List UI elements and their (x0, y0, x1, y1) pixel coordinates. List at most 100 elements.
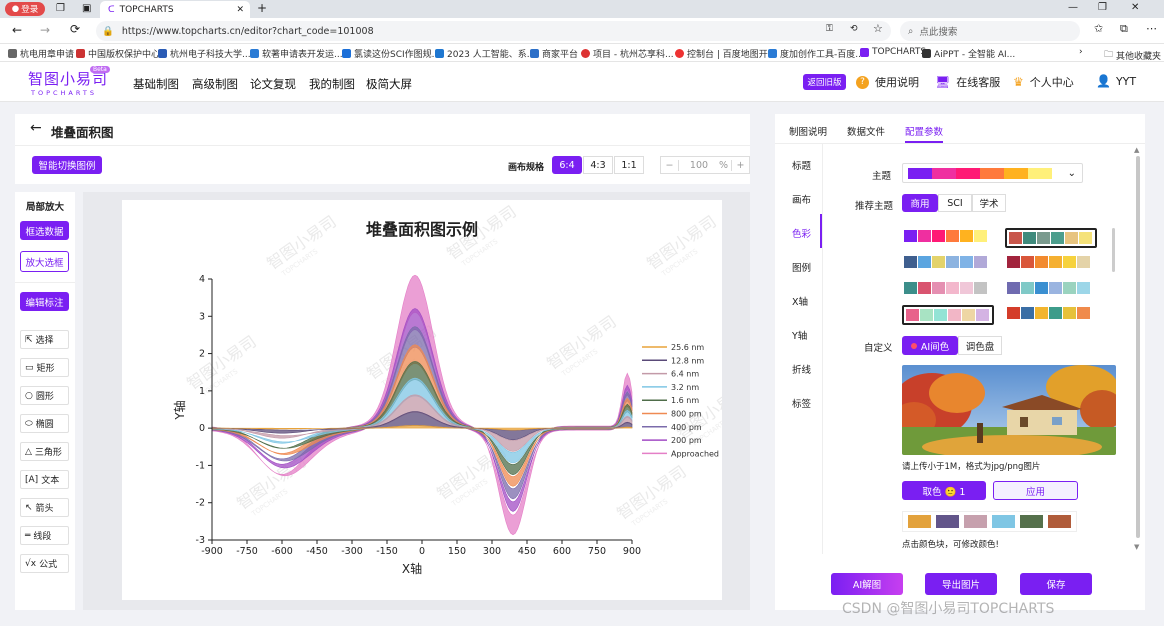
tool-ellipse[interactable]: ⬭ 椭圆 (20, 414, 69, 433)
palette-tab[interactable]: 调色盘 (958, 336, 1002, 355)
picked-color-swatch[interactable] (992, 515, 1015, 528)
new-tab-icon[interactable]: + (257, 1, 267, 15)
bookmark-item[interactable]: 杭电用章申请 (8, 47, 74, 60)
close-tab-icon[interactable]: ✕ (236, 5, 244, 15)
tab-config-params[interactable]: 配置参数 (905, 124, 943, 138)
rec-tab-sci[interactable]: SCI (938, 194, 972, 212)
ratio-4-3-button[interactable]: 4:3 (583, 156, 613, 174)
rec-tab-academic[interactable]: 学术 (972, 194, 1006, 212)
palette-option[interactable] (1005, 254, 1093, 270)
legend-label[interactable]: 3.2 nm (671, 383, 699, 392)
back-arrow-icon[interactable]: ← (30, 120, 42, 136)
bookmark-item[interactable]: 氯读这份SCI作图规... (342, 47, 440, 60)
palette-option[interactable] (902, 228, 990, 244)
smart-switch-button[interactable]: 智能切换图例 (32, 156, 102, 174)
refresh-icon[interactable]: ⟳ (70, 22, 80, 36)
old-version-button[interactable]: 返回旧版 (803, 74, 846, 90)
zoom-minus-button[interactable]: − (661, 159, 679, 171)
more-menu-icon[interactable]: ⋯ (1146, 22, 1157, 35)
service-link[interactable]: 🖥 在线客服 (935, 74, 1000, 90)
zoom-box-button[interactable]: 放大选框 (20, 251, 69, 272)
help-link[interactable]: ? 使用说明 (856, 74, 919, 90)
nav-dashboard[interactable]: 极简大屏 (366, 76, 412, 92)
palette-option[interactable] (902, 254, 990, 270)
theme-select[interactable]: ⌄ (902, 163, 1083, 183)
rec-tab-commercial[interactable]: 商用 (902, 194, 938, 212)
tool-select[interactable]: ⇱ 选择 (20, 330, 69, 349)
edit-annotation-button[interactable]: 编辑标注 (20, 292, 69, 311)
palette-scrollbar[interactable] (1112, 228, 1115, 272)
export-image-button[interactable]: 导出图片 (925, 573, 997, 595)
ratio-6-4-button[interactable]: 6:4 (552, 156, 582, 174)
user-menu[interactable]: 👤 YYT (1096, 74, 1136, 88)
tab-data-file[interactable]: 数据文件 (847, 124, 885, 138)
tool-rectangle[interactable]: ▭ 矩形 (20, 358, 69, 377)
side-tab-legend[interactable]: 图例 (792, 260, 811, 274)
ai-analyze-button[interactable]: AI解图 (831, 573, 903, 595)
zoom-value[interactable]: 100 (679, 160, 719, 171)
login-button[interactable]: ● 登录 (5, 2, 45, 16)
scroll-down-icon[interactable]: ▼ (1134, 543, 1139, 551)
palette-option[interactable] (902, 305, 994, 325)
legend-label[interactable]: 25.6 nm (671, 343, 704, 352)
bookmark-item[interactable]: AiPPT - 全智能 AI... (922, 47, 1015, 60)
collections-icon[interactable]: ⧉ (1120, 22, 1128, 36)
picked-color-swatch[interactable] (936, 515, 959, 528)
uploaded-image[interactable] (902, 365, 1116, 455)
legend-label[interactable]: 12.8 nm (671, 356, 704, 365)
picked-color-swatch[interactable] (1020, 515, 1043, 528)
right-scrollbar[interactable] (1136, 156, 1140, 538)
legend-label[interactable]: 800 pm (671, 410, 702, 419)
bookmark-item[interactable]: 杭州电子科技大学... (158, 47, 251, 60)
chart-canvas[interactable]: 智图小易司 TOPCHARTS 智图小易司 TOPCHARTS 智图小易司 TOPCHAR… (122, 200, 722, 600)
translate-icon[interactable]: ⟲ (850, 24, 858, 34)
restore-icon[interactable]: ❐ (1098, 2, 1107, 13)
other-bookmarks[interactable]: 🗀 其他收藏夹 (1104, 47, 1161, 63)
nav-my-charts[interactable]: 我的制图 (309, 76, 355, 92)
nav-basic-charts[interactable]: 基础制图 (133, 76, 179, 92)
close-window-icon[interactable]: ✕ (1131, 2, 1139, 13)
legend-label[interactable]: 200 pm (671, 436, 702, 445)
favorite-star-icon[interactable]: ☆ (873, 22, 883, 35)
forward-icon[interactable]: → (40, 23, 50, 37)
legend-label[interactable]: 1.6 nm (671, 396, 699, 405)
picked-color-swatch[interactable] (1048, 515, 1071, 528)
bookmark-item[interactable]: 度加创作工具-百度... (768, 47, 864, 60)
favorites-icon[interactable]: ✩ (1094, 22, 1103, 35)
bookmark-item[interactable]: TOPCHARTS (860, 47, 926, 57)
scroll-up-icon[interactable]: ▲ (1134, 146, 1139, 154)
stacked-area-chart[interactable]: 智图小易司TOPCHARTS 智图小易司TOPCHARTS 智图小易司TOPCHAR… (122, 200, 722, 600)
side-tab-y-axis[interactable]: Y轴 (792, 328, 807, 342)
palette-option[interactable] (902, 280, 990, 296)
side-tab-color[interactable]: 色彩 (792, 226, 811, 240)
legend-label[interactable]: 6.4 nm (671, 370, 699, 379)
bookmark-item[interactable]: 控制台 | 百度地图开... (675, 47, 776, 60)
zoom-stepper[interactable]: − 100 % + (660, 156, 750, 174)
side-tab-line[interactable]: 折线 (792, 362, 811, 376)
bookmark-item[interactable]: 软著申请表开发运... (250, 47, 343, 60)
tool-triangle[interactable]: △ 三角形 (20, 442, 69, 461)
nav-advanced-charts[interactable]: 高级制图 (192, 76, 238, 92)
workspaces-icon[interactable]: ❐ (56, 3, 65, 14)
filter-data-button[interactable]: 框选数据 (20, 221, 69, 240)
picked-color-swatch[interactable] (964, 515, 987, 528)
minimize-icon[interactable]: — (1068, 2, 1078, 13)
url-field[interactable]: 🔒 https://www.topcharts.cn/editor?chart_… (96, 21, 891, 41)
user-center-link[interactable]: ♛ 个人中心 (1013, 74, 1074, 90)
save-button[interactable]: 保存 (1020, 573, 1092, 595)
zoom-plus-button[interactable]: + (731, 159, 749, 171)
ai-color-tab[interactable]: AI间色 (902, 336, 958, 355)
tool-line[interactable]: ═ 线段 (20, 526, 69, 545)
palette-option[interactable] (1005, 228, 1097, 248)
side-tab-title[interactable]: 标题 (792, 158, 811, 172)
back-icon[interactable]: ← (12, 23, 22, 37)
bookmark-item[interactable]: 商家平台 (530, 47, 578, 60)
palette-option[interactable] (1005, 305, 1093, 321)
ratio-1-1-button[interactable]: 1:1 (614, 156, 644, 174)
pick-color-button[interactable]: 取色 🙂 1 (902, 481, 986, 500)
tool-circle[interactable]: ○ 圆形 (20, 386, 69, 405)
browser-search-field[interactable]: ⌕ 点此搜索 (900, 21, 1080, 41)
apply-button[interactable]: 应用 (993, 481, 1078, 500)
tab-chart-description[interactable]: 制图说明 (789, 124, 827, 138)
bookmark-item[interactable]: 中国版权保护中心 (76, 47, 160, 60)
